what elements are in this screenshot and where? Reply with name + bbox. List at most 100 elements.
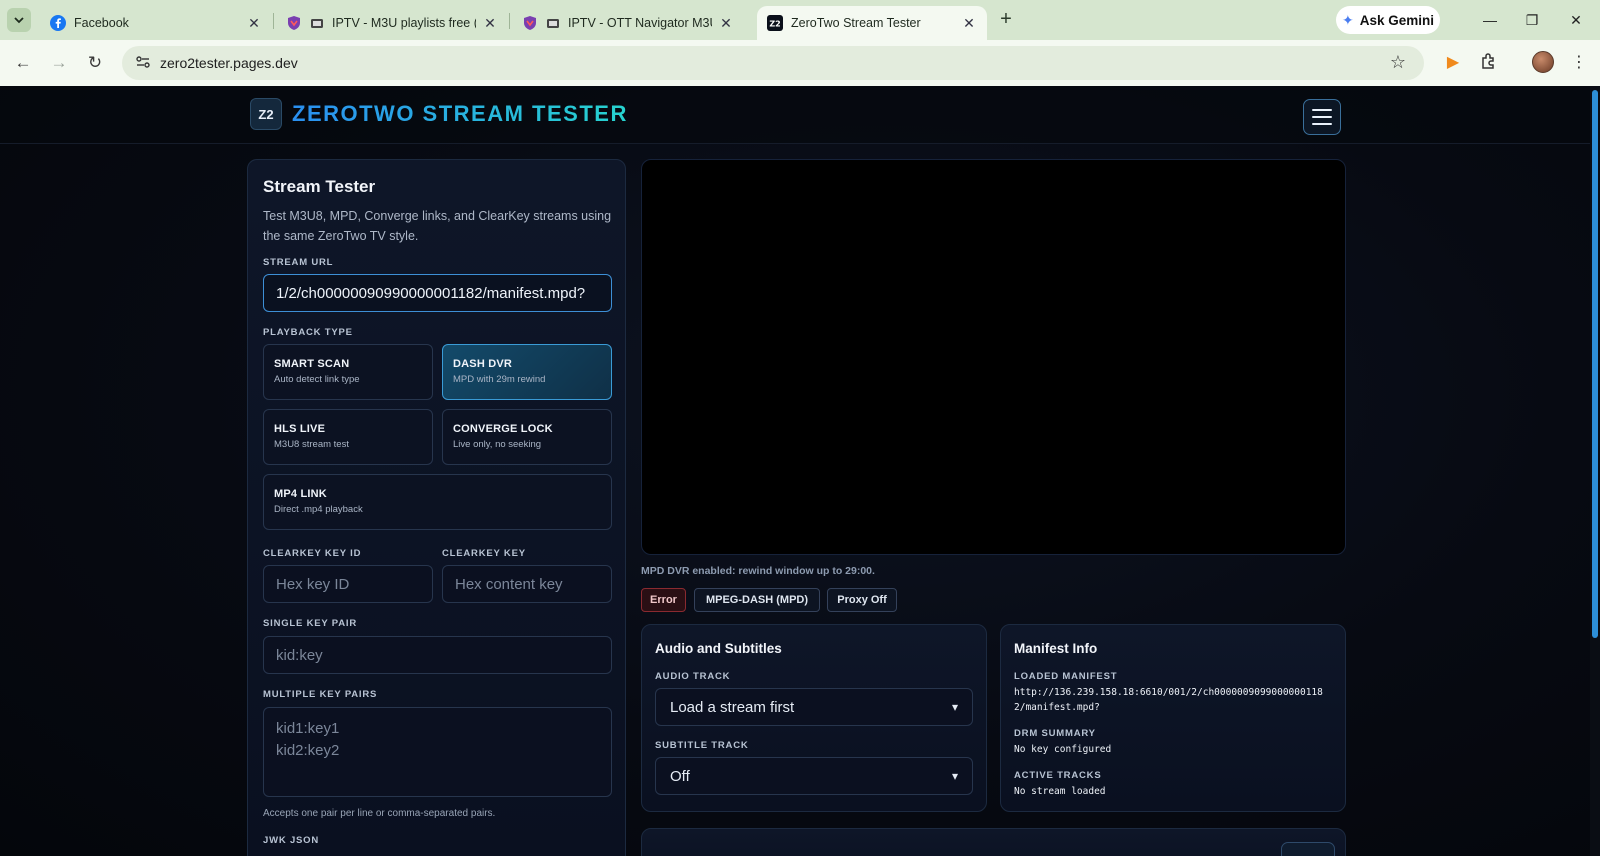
forward-arrow-icon[interactable]: → [48,52,70,74]
shield-icon [286,15,302,31]
subtitle-track-value: Off [670,767,690,785]
close-tab-icon[interactable]: ✕ [718,15,734,31]
drm-summary-value: No key configured [1014,744,1112,755]
back-arrow-icon[interactable]: ← [12,52,34,74]
menu-line [1312,116,1332,118]
tab-title: ZeroTwo Stream Tester [791,16,921,30]
address-bar[interactable]: zero2tester.pages.dev ☆ [122,46,1424,80]
playback-option-title: HLS LIVE [274,423,326,435]
tab-iptv-ott[interactable]: IPTV - OTT Navigator M3U ✕ [512,6,744,40]
audio-subtitles-panel: Audio and Subtitles AUDIO TRACK Load a s… [641,624,987,812]
menu-line [1312,109,1332,111]
hamburger-menu-button[interactable] [1303,99,1341,135]
site-info-icon[interactable] [128,55,158,72]
close-window-icon[interactable]: ✕ [1566,10,1586,30]
site-header: Z2 ZEROTWO STREAM TESTER [0,86,1590,144]
playback-option-title: CONVERGE LOCK [453,423,553,435]
stream-url-input[interactable]: 1/2/ch00000090990000001182/manifest.mpd? [263,274,612,312]
active-tracks-label: ACTIVE TRACKS [1014,770,1102,781]
profile-avatar[interactable] [1532,51,1554,73]
single-key-pair-label: SINGLE KEY PAIR [263,618,357,629]
playback-option-subtitle: MPD with 29m rewind [453,374,546,385]
playback-option-title: DASH DVR [453,358,513,370]
format-badge: MPEG-DASH (MPD) [694,588,820,612]
tab-iptv-m3u[interactable]: IPTV - M3U playlists free (of ✕ [276,6,508,40]
stream-tester-description: Test M3U8, MPD, Converge links, and Clea… [263,209,612,243]
close-tab-icon[interactable]: ✕ [482,15,498,31]
status-badge-error: Error [641,588,686,612]
video-player[interactable] [641,159,1346,555]
active-tracks-value: No stream loaded [1014,786,1106,797]
textarea-placeholder-line: kid1:key1 [276,720,340,737]
panel-action-button[interactable] [1281,842,1335,856]
audio-subtitles-title: Audio and Subtitles [655,641,782,656]
manifest-info-panel: Manifest Info LOADED MANIFEST http://136… [1000,624,1346,812]
playback-option-converge-lock[interactable]: CONVERGE LOCK Live only, no seeking [442,409,612,465]
tab-facebook[interactable]: Facebook ✕ [40,6,272,40]
playback-option-subtitle: Live only, no seeking [453,439,542,450]
browser-tabstrip: Facebook ✕ IPTV - M3U playlists free (of… [0,0,1600,40]
clearkey-id-input[interactable]: Hex key ID [263,565,433,603]
playback-option-dash-dvr[interactable]: DASH DVR MPD with 29m rewind [442,344,612,400]
multiple-key-pairs-textarea[interactable]: kid1:key1 kid2:key2 [263,707,612,797]
drm-summary-label: DRM SUMMARY [1014,728,1096,739]
clearkey-key-input[interactable]: Hex content key [442,565,612,603]
playback-type-label: PLAYBACK TYPE [263,327,353,338]
more-menu-icon[interactable]: ⋮ [1568,52,1590,74]
manifest-info-title: Manifest Info [1014,641,1098,656]
playback-option-title: MP4 LINK [274,488,327,500]
svg-text:Z2: Z2 [769,20,780,29]
playback-option-subtitle: M3U8 stream test [274,439,349,450]
chevron-down-icon [14,17,24,24]
playback-option-mp4-link[interactable]: MP4 LINK Direct .mp4 playback [263,474,612,530]
tab-title: Facebook [74,16,129,30]
tab-separator [509,13,510,29]
bookmark-star-icon[interactable]: ☆ [1390,52,1406,73]
scrollbar-thumb[interactable] [1592,90,1598,638]
clearkey-key-label: CLEARKEY KEY [442,548,526,559]
chevron-down-icon: ▾ [951,700,958,714]
page-viewport: Z2 ZEROTWO STREAM TESTER Stream Tester T… [0,86,1600,856]
new-tab-button[interactable]: + [995,9,1017,31]
playback-option-subtitle: Direct .mp4 playback [274,504,363,515]
close-tab-icon[interactable]: ✕ [246,15,262,31]
chevron-down-icon: ▾ [951,769,958,783]
tab-title: IPTV - M3U playlists free (of [332,16,476,30]
single-key-pair-input[interactable]: kid:key [263,636,612,674]
page-scrollbar[interactable] [1590,86,1600,856]
tv-icon [546,16,560,30]
playback-option-title: SMART SCAN [274,358,350,370]
ask-gemini-button[interactable]: ✦ Ask Gemini [1336,6,1440,34]
playback-option-subtitle: Auto detect link type [274,374,360,385]
extensions-icon[interactable] [1478,52,1500,74]
textarea-placeholder-line: kid2:key2 [276,742,340,759]
stream-url-label: STREAM URL [263,257,334,268]
tab-zerotwo[interactable]: Z2 ZeroTwo Stream Tester ✕ [757,6,987,40]
tab-search-button[interactable] [7,8,31,32]
close-tab-icon[interactable]: ✕ [961,15,977,31]
stream-tester-title: Stream Tester [263,177,376,196]
audio-track-select[interactable]: Load a stream first ▾ [655,688,973,726]
play-extension-icon[interactable]: ▶ [1442,52,1464,74]
playback-option-smart-scan[interactable]: SMART SCAN Auto detect link type [263,344,433,400]
playback-option-hls-live[interactable]: HLS LIVE M3U8 stream test [263,409,433,465]
dvr-status-note: MPD DVR enabled: rewind window up to 29:… [641,565,875,577]
restore-icon[interactable]: ❐ [1522,10,1542,30]
reload-icon[interactable]: ↻ [84,52,106,74]
gemini-sparkle-icon: ✦ [1341,11,1354,28]
stream-tester-panel: Stream Tester Test M3U8, MPD, Converge l… [247,159,626,856]
subtitle-track-select[interactable]: Off ▾ [655,757,973,795]
loaded-manifest-value: http://136.239.158.18:6610/001/2/ch00000… [1014,687,1323,713]
ask-gemini-label: Ask Gemini [1359,12,1434,28]
browser-toolbar: ← → ↻ zero2tester.pages.dev ☆ ▶ ⋮ [0,40,1600,86]
audio-track-label: AUDIO TRACK [655,671,731,682]
subtitle-track-label: SUBTITLE TRACK [655,740,749,751]
menu-line [1312,123,1332,125]
tab-separator [273,13,274,29]
minimize-icon[interactable]: — [1480,10,1500,30]
site-brand-title[interactable]: ZEROTWO STREAM TESTER [292,101,628,127]
address-url: zero2tester.pages.dev [160,55,298,71]
clearkey-id-label: CLEARKEY KEY ID [263,548,362,559]
loaded-manifest-label: LOADED MANIFEST [1014,671,1118,682]
site-logo[interactable]: Z2 [250,98,282,130]
